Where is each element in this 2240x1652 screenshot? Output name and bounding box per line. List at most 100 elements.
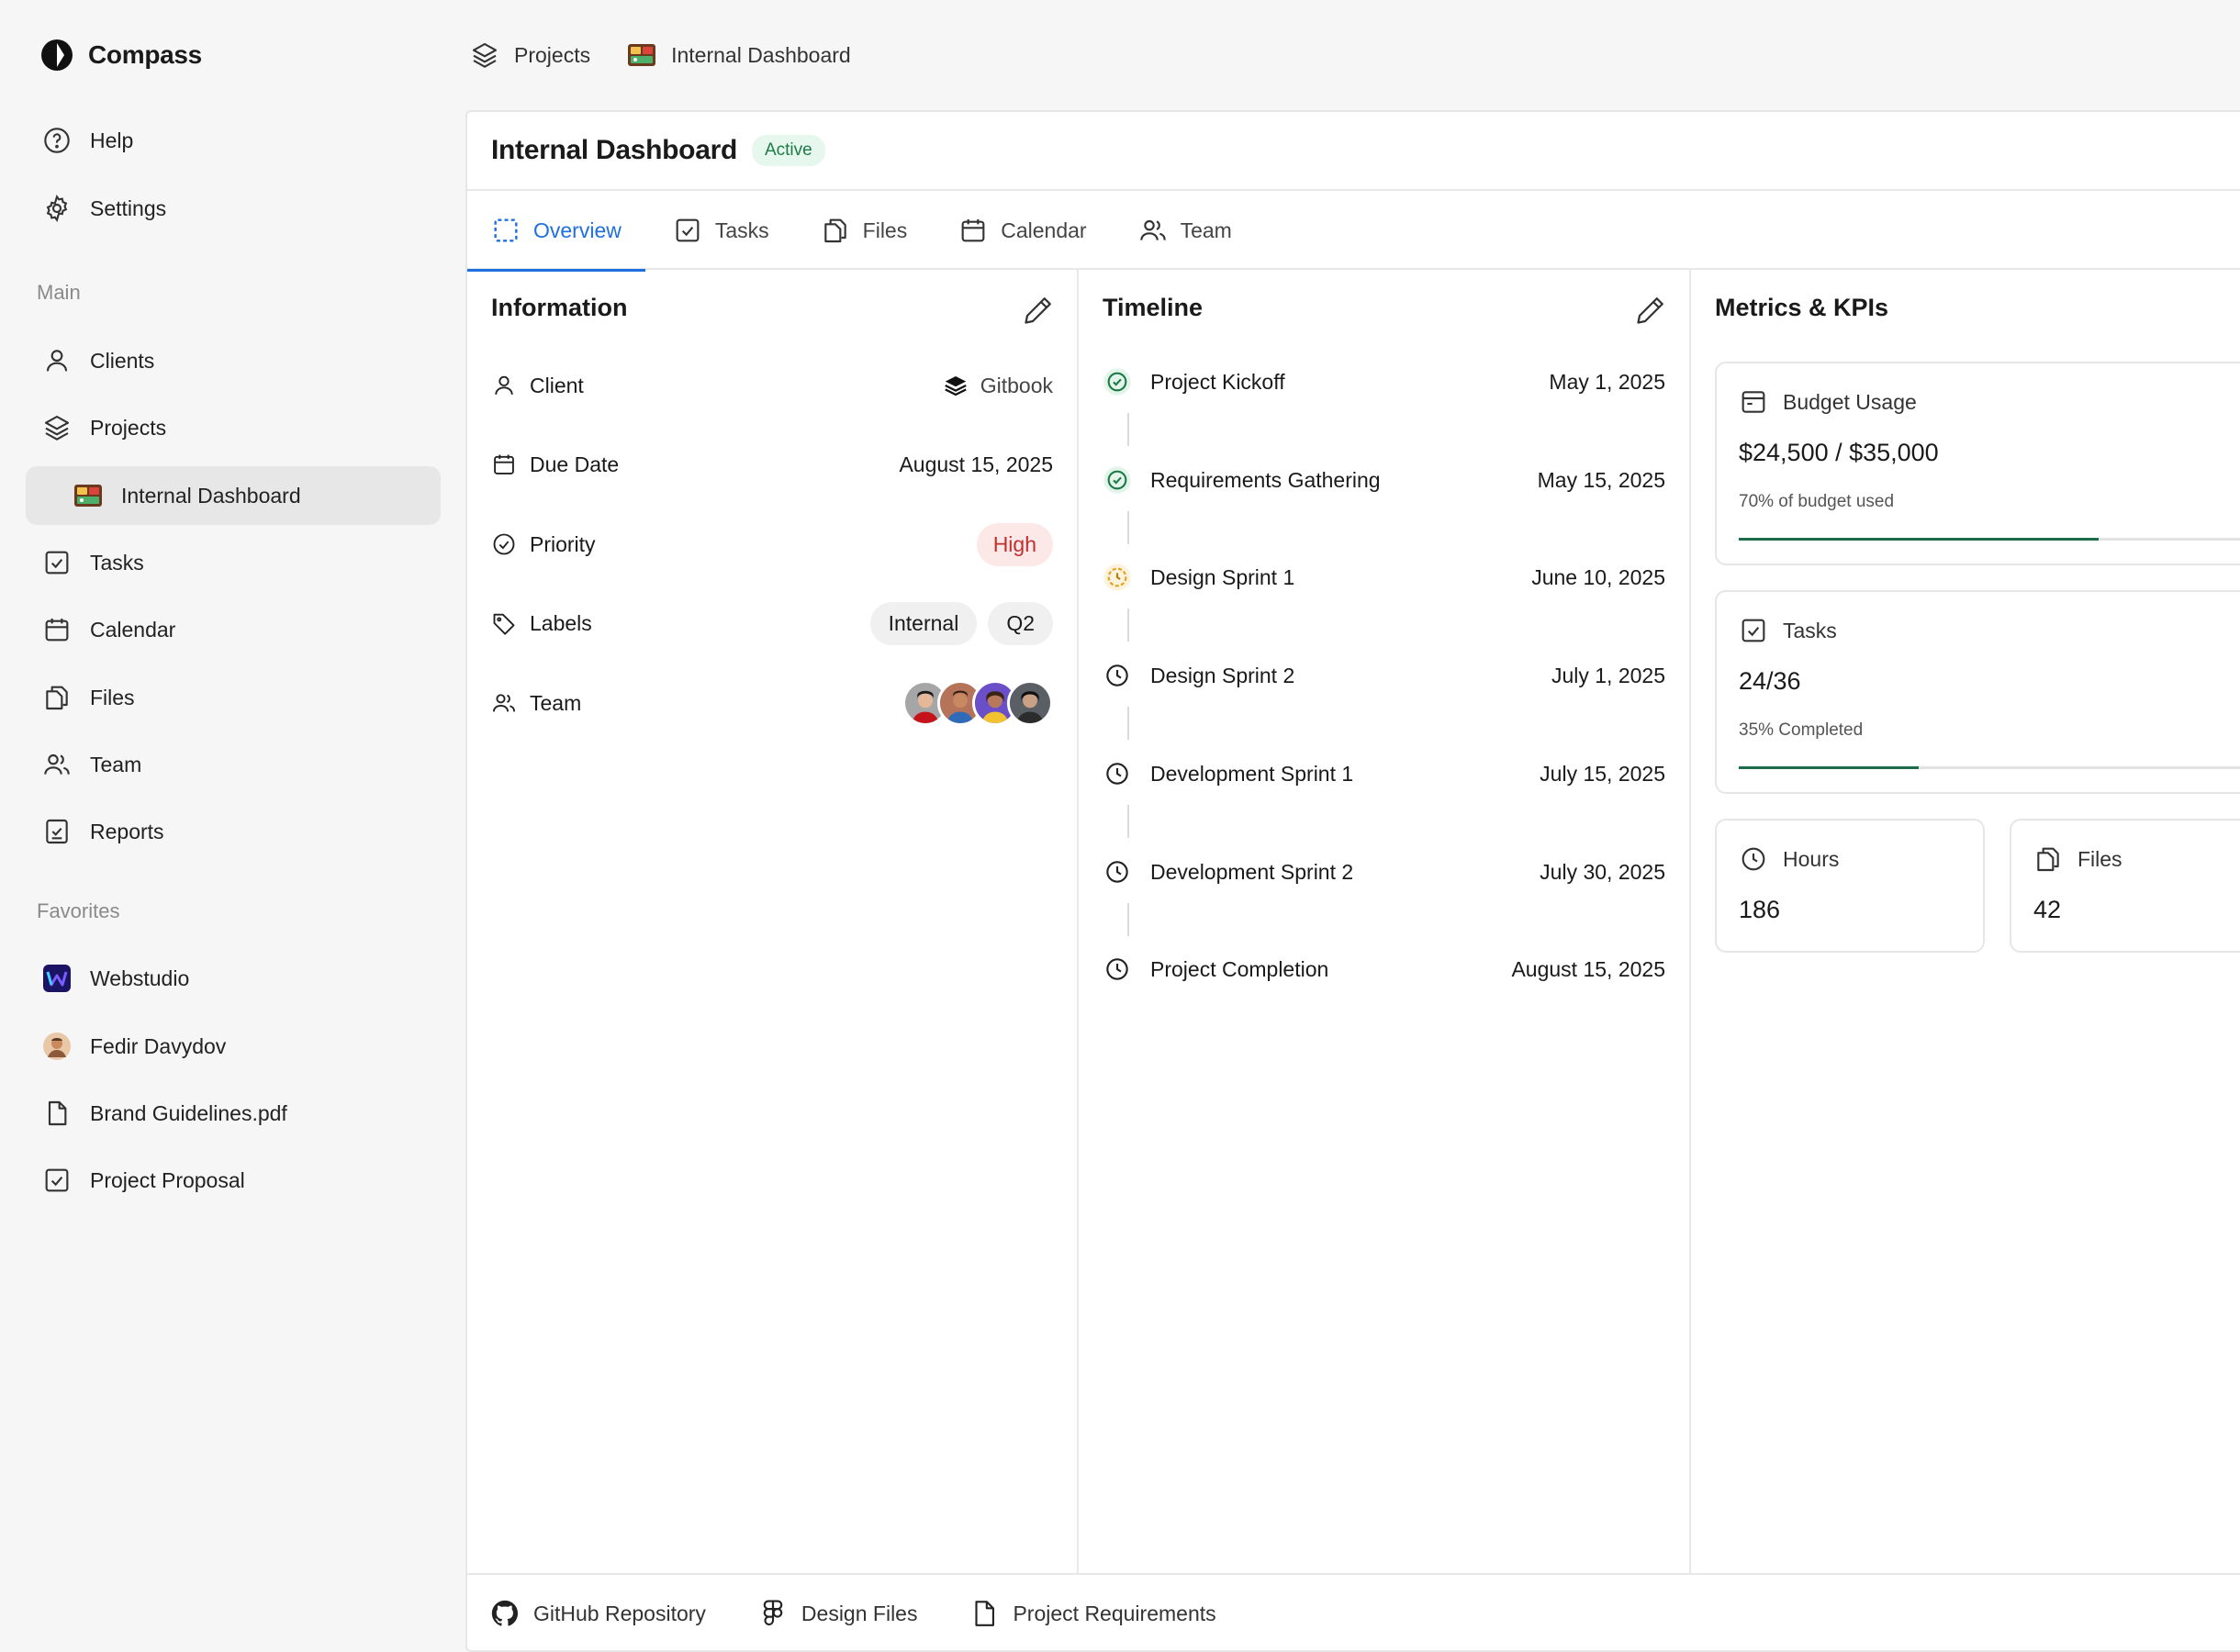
sidebar-item-label: Projects: [90, 415, 167, 440]
edit-pencil-icon[interactable]: [1022, 294, 1055, 327]
timeline-item[interactable]: Project Completion August 15, 2025: [1103, 949, 1665, 989]
client-value[interactable]: Gitbook: [942, 372, 1053, 399]
timeline-item[interactable]: Development Sprint 2 July 30, 2025: [1103, 852, 1665, 892]
design-files-link[interactable]: Design Files: [757, 1598, 917, 1629]
favorite-project-proposal[interactable]: Project Proposal: [26, 1151, 441, 1210]
info-label-text: Priority: [530, 531, 596, 556]
budget-card-head: Budget Usage: [1739, 387, 1917, 417]
gitbook-logo-icon: [944, 376, 967, 396]
check-circle-icon: [1103, 466, 1131, 494]
info-label-text: Labels: [530, 610, 592, 635]
favorite-webstudio[interactable]: Webstudio: [26, 949, 441, 1008]
figma-icon: [763, 1600, 783, 1626]
timeline-item[interactable]: Design Sprint 1 June 10, 2025: [1103, 557, 1665, 597]
files-value: 42: [2033, 896, 2062, 923]
sidebar-item-settings[interactable]: Settings: [26, 179, 441, 238]
sidebar-item-reports[interactable]: Reports: [26, 802, 441, 861]
timeline-connector: [1127, 707, 1129, 740]
files-card[interactable]: Files 42: [2010, 819, 2240, 953]
checkbox-icon: [45, 551, 69, 575]
tab-files[interactable]: Files: [821, 191, 907, 270]
sidebar-item-internal-dashboard[interactable]: Internal Dashboard: [26, 466, 441, 525]
timeline-item-left: Development Sprint 1: [1103, 759, 1353, 788]
tasks-card[interactable]: Tasks 24/36 35% Completed: [1715, 590, 2240, 794]
clock-icon: [1106, 763, 1128, 785]
timeline-item[interactable]: Design Sprint 2 July 1, 2025: [1103, 655, 1665, 696]
webstudio-logo-icon: [43, 965, 71, 992]
clock-icon: [1742, 847, 1765, 871]
sidebar-item-tasks[interactable]: Tasks: [26, 533, 441, 592]
dashed-square-icon: [494, 218, 518, 242]
team-avatars[interactable]: [902, 680, 1053, 726]
checkbox-icon: [45, 1168, 69, 1192]
sidebar-item-files[interactable]: Files: [26, 668, 441, 727]
timeline-item-name: Requirements Gathering: [1150, 467, 1381, 492]
tasks-progress: [1739, 766, 2240, 769]
budget-progress-fill: [1739, 538, 2099, 541]
timeline-item-name: Design Sprint 2: [1150, 663, 1295, 687]
info-label-client: Client: [491, 373, 584, 398]
metrics-title: Metrics & KPIs: [1715, 294, 1889, 321]
budget-sub: 70% of budget used: [1739, 492, 1895, 511]
sidebar-item-label: Brand Guidelines.pdf: [90, 1100, 287, 1125]
app-brand[interactable]: Compass: [40, 37, 202, 73]
files-icon: [823, 218, 846, 243]
tab-team[interactable]: Team: [1138, 191, 1232, 270]
tasks-label: Tasks: [1783, 618, 1837, 642]
user-icon: [495, 375, 513, 396]
files-icon: [2037, 847, 2059, 872]
hours-label: Hours: [1783, 846, 1840, 871]
tasks-sub: 35% Completed: [1739, 720, 1864, 740]
favorite-brand-guidelines[interactable]: Brand Guidelines.pdf: [26, 1084, 441, 1143]
tab-calendar[interactable]: Calendar: [958, 191, 1087, 270]
info-label-labels: Labels: [491, 610, 592, 636]
priority-badge[interactable]: High: [976, 522, 1053, 566]
info-label-team: Team: [491, 690, 581, 716]
sidebar-item-label: Settings: [90, 195, 167, 220]
tasks-progress-fill: [1739, 766, 1919, 769]
hours-card[interactable]: Hours 186: [1715, 819, 1985, 953]
timeline-item[interactable]: Project Kickoff May 1, 2025: [1103, 362, 1665, 402]
checkbox-icon: [676, 218, 700, 242]
sidebar-item-help[interactable]: Help: [26, 111, 441, 170]
users-icon: [492, 694, 516, 712]
info-row-team: Team: [491, 679, 1053, 727]
hours-value: 186: [1739, 896, 1781, 923]
breadcrumb: Projects Internal Dashboard: [470, 33, 871, 77]
sidebar-item-calendar[interactable]: Calendar: [26, 600, 441, 659]
timeline-item[interactable]: Development Sprint 1 July 15, 2025: [1103, 753, 1665, 794]
breadcrumb-internal-dashboard[interactable]: Internal Dashboard: [627, 40, 851, 70]
label-chip[interactable]: Q2: [988, 601, 1053, 645]
tab-overview[interactable]: Overview: [467, 191, 645, 272]
github-repository-link[interactable]: GitHub Repository: [489, 1598, 706, 1629]
timeline-item[interactable]: Requirements Gathering May 15, 2025: [1103, 460, 1665, 500]
footer-link-label: Project Requirements: [1013, 1601, 1216, 1625]
dashboard-thumbnail-icon: [628, 44, 656, 66]
checkbox-icon: [1742, 619, 1765, 642]
breadcrumb-projects[interactable]: Projects: [470, 40, 590, 70]
edit-pencil-icon[interactable]: [1634, 294, 1667, 327]
info-row-due-date: Due Date August 15, 2025: [491, 441, 1053, 488]
favorite-fedir-davydov[interactable]: Fedir Davydov: [26, 1017, 441, 1076]
timeline-connector: [1127, 805, 1129, 838]
label-chip[interactable]: Internal: [869, 601, 978, 645]
sidebar-item-team[interactable]: Team: [26, 735, 441, 794]
info-label-priority: Priority: [491, 531, 596, 557]
tab-tasks[interactable]: Tasks: [673, 191, 769, 270]
timeline-connector: [1127, 903, 1129, 936]
timeline-item-left: Requirements Gathering: [1103, 465, 1381, 495]
timeline-panel: Timeline Project Kickoff May 1, 2025 Req…: [1079, 270, 1691, 1573]
sidebar-item-label: Calendar: [90, 617, 176, 642]
sidebar-item-clients[interactable]: Clients: [26, 331, 441, 390]
budget-card[interactable]: Budget Usage $24,500 / $35,000 70% of bu…: [1715, 362, 2240, 565]
project-requirements-link[interactable]: Project Requirements: [969, 1598, 1216, 1629]
avatar[interactable]: [1007, 680, 1053, 726]
avatar: [43, 1032, 71, 1060]
info-label-text: Due Date: [530, 452, 620, 476]
labels-value: Internal Q2: [869, 601, 1053, 645]
timeline-item-name: Project Kickoff: [1150, 369, 1285, 394]
help-circle-icon: [44, 128, 70, 153]
timeline-connector: [1127, 511, 1129, 544]
users-icon: [1139, 219, 1166, 240]
sidebar-item-projects[interactable]: Projects: [26, 398, 441, 457]
